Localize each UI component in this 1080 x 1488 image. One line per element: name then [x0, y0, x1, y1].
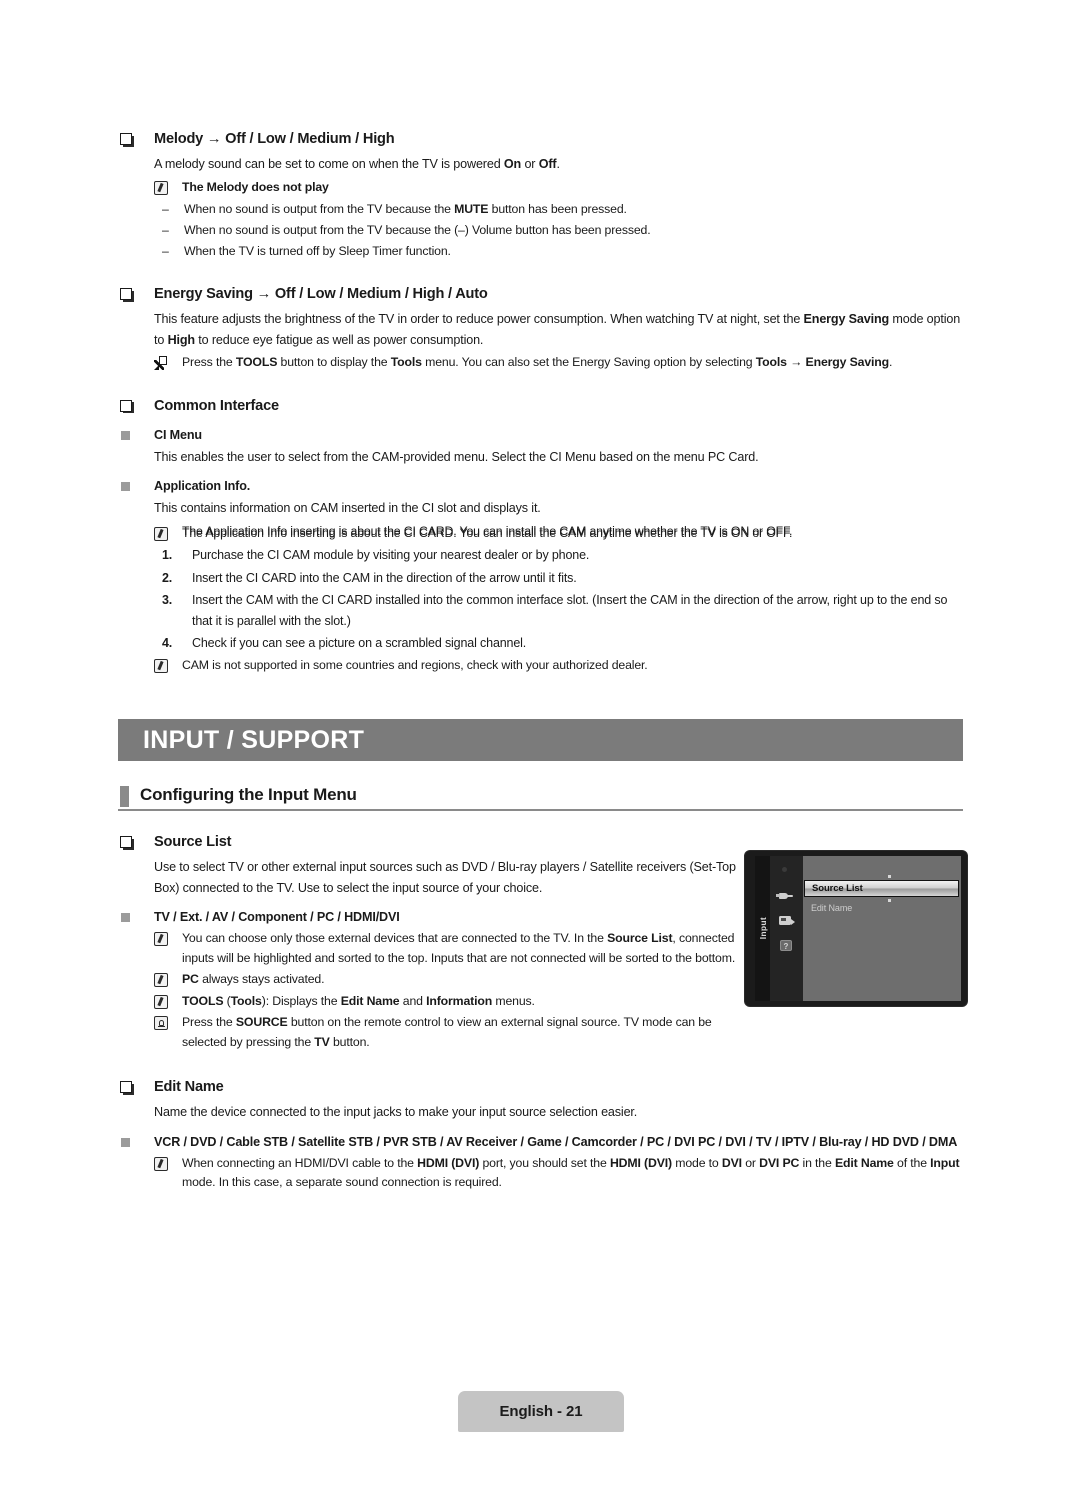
ci-menu-text: This enables the user to select from the… — [154, 449, 759, 464]
step-text: Check if you can see a picture on a scra… — [192, 636, 527, 650]
energy-saving-paragraph: This feature adjusts the brightness of t… — [154, 312, 961, 347]
note-icon — [154, 994, 168, 1009]
manual-page: Melody → Off / Low / Medium / High A mel… — [0, 0, 1080, 1488]
source-list-columns: Input ? Source List Edit Name Source Lis… — [118, 833, 967, 1052]
source-list-note-2: PC always stays activated. — [154, 970, 748, 990]
note-icon — [154, 932, 168, 946]
subheading-configuring-input-menu: Configuring the Input Menu — [118, 785, 963, 811]
tools-icon — [154, 356, 168, 370]
step-number: 3. — [162, 593, 173, 607]
source-list-heading: Source List — [154, 834, 232, 850]
checkbox-bullet-icon — [120, 133, 134, 147]
osd-item-edit-name[interactable]: Edit Name — [811, 903, 852, 913]
checkbox-bullet-icon — [120, 836, 134, 850]
osd-divider-dot — [888, 899, 891, 902]
step-number: 2. — [162, 570, 173, 585]
section-common-interface: Common Interface — [118, 397, 963, 416]
step-text: Insert the CI CARD into the CAM in the d… — [192, 570, 577, 585]
checkbox-bullet-icon — [120, 399, 134, 413]
edit-name-heading: Edit Name — [154, 1079, 224, 1095]
energy-saving-heading: Energy Saving → Off / Low / Medium / Hig… — [154, 286, 488, 302]
page-content: Melody → Off / Low / Medium / High A mel… — [118, 112, 967, 1195]
edit-name-paragraph: Name the device connected to the input j… — [154, 1105, 638, 1119]
checkbox-bullet-icon — [120, 1081, 134, 1095]
question-icon[interactable]: ? — [778, 938, 795, 953]
ci-step-3: 3. Insert the CAM with the CI CARD instal… — [154, 590, 963, 631]
subheading-text: Configuring the Input Menu — [140, 785, 357, 804]
energy-saving-tools-note: Press the TOOLS button to display the To… — [154, 353, 963, 373]
source-list-square-label: TV / Ext. / AV / Component / PC / HDMI/D… — [118, 907, 748, 927]
page-footer-tag: English - 21 — [458, 1391, 624, 1432]
note-icon — [154, 180, 168, 195]
section-melody: Melody → Off / Low / Medium / High A mel… — [118, 130, 963, 261]
source-list-text-column: Source List Use to select TV or other ex… — [118, 833, 748, 1052]
edit-name-note-1: When connecting an HDMI/DVI cable to the… — [154, 1154, 963, 1193]
ci-final-note-text: CAM is not supported in some countries a… — [182, 657, 648, 672]
dash-marker: – — [162, 202, 169, 216]
section-source-list: Source List Use to select TV or other ex… — [118, 833, 748, 898]
melody-paragraph: A melody sound can be set to come on whe… — [154, 157, 560, 171]
melody-note-title: The Melody does not play — [154, 178, 963, 198]
source-list-paragraph: Use to select TV or other external input… — [154, 860, 736, 895]
page-label: English - 21 — [499, 1403, 583, 1420]
section-edit-name: Edit Name Name the device connected to t… — [118, 1078, 963, 1123]
osd-divider-dot — [888, 875, 891, 878]
application-info-text: This contains information on CAM inserte… — [154, 501, 541, 515]
dash-marker: – — [162, 244, 169, 258]
application-info-label: Application Info. — [118, 476, 963, 496]
osd-item-source-list-label: Source List — [812, 883, 863, 894]
osd-tab-column: Input — [755, 856, 770, 1001]
melody-dash-3: – When the TV is turned off by Sleep Time… — [154, 241, 963, 261]
step-text: Purchase the CI CAM module by visiting y… — [192, 548, 590, 562]
osd-tab-label: Input — [757, 917, 768, 940]
source-list-note-4: Press the SOURCE button on the remote co… — [154, 1013, 748, 1052]
step-text: Insert the CAM with the CI CARD installe… — [192, 593, 948, 628]
checkbox-bullet-icon — [120, 288, 134, 302]
osd-inner: Input ? Source List Edit Name — [755, 856, 961, 1001]
section-banner: INPUT / SUPPORT — [118, 719, 963, 761]
osd-menu-panel: Source List Edit Name — [803, 856, 961, 1001]
edit-name-square-label: VCR / DVD / Cable STB / Satellite STB / … — [118, 1132, 963, 1152]
melody-heading: Melody → Off / Low / Medium / High — [154, 131, 395, 147]
ci-step-4: 4. Check if you can see a picture on a sc… — [154, 633, 963, 654]
banner-title: INPUT / SUPPORT — [143, 725, 365, 754]
melody-dash-2: – When no sound is output from the TV bec… — [154, 220, 963, 240]
note-icon — [154, 526, 168, 541]
ci-menu-label: CI Menu — [118, 425, 963, 445]
section-energy-saving: Energy Saving → Off / Low / Medium / Hig… — [118, 285, 963, 373]
step-number: 4. — [162, 636, 173, 650]
melody-note-title-text: The Melody does not play — [182, 179, 329, 194]
tv-osd-screenshot: Input ? Source List Edit Name — [745, 851, 967, 1006]
application-info-note-wrap: The Application Info inserting is about … — [154, 524, 963, 544]
dash-marker: – — [162, 223, 169, 237]
common-interface-heading: Common Interface — [154, 397, 279, 414]
remote-button-icon — [154, 1016, 168, 1030]
card-icon[interactable] — [778, 913, 795, 928]
plug-icon[interactable] — [776, 888, 795, 903]
ci-step-1: 1. Purchase the CI CAM module by visiting… — [154, 545, 963, 566]
ci-final-note: CAM is not supported in some countries a… — [154, 656, 963, 676]
source-list-note-3: TOOLS (Tools): Displays the Edit Name an… — [154, 992, 748, 1012]
gear-icon[interactable] — [778, 863, 795, 878]
note-icon — [154, 973, 168, 987]
note-icon — [154, 658, 168, 673]
osd-item-source-list[interactable]: Source List — [804, 880, 959, 897]
note-icon — [154, 1156, 168, 1171]
step-number: 1. — [162, 548, 173, 562]
melody-dash-1: – When no sound is output from the TV bec… — [154, 199, 963, 219]
source-list-note-1: You can choose only those external devic… — [154, 929, 748, 968]
osd-icon-column: ? — [770, 856, 803, 1001]
ci-step-2: 2. Insert the CI CARD into the CAM in the… — [154, 568, 963, 589]
